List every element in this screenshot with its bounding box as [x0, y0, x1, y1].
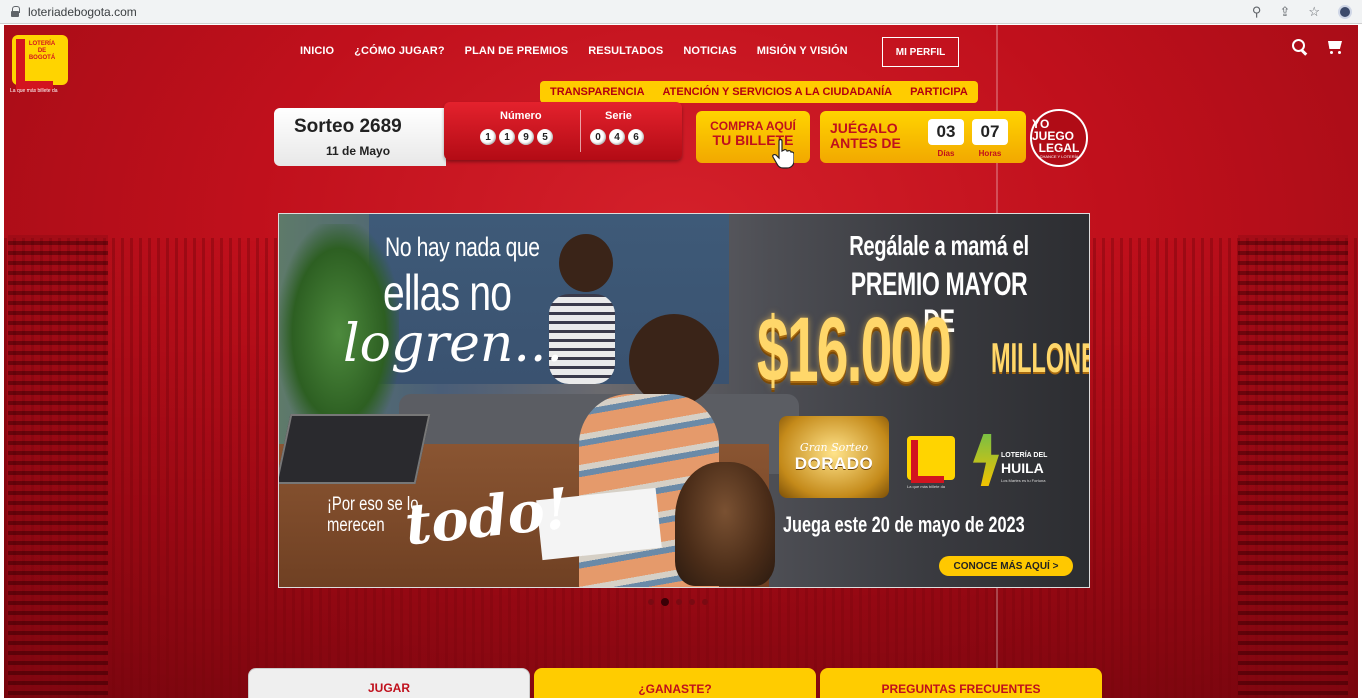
url-text[interactable]: loteriadebogota.com [28, 5, 137, 19]
secondary-nav: TRANSPARENCIA ATENCIÓN Y SERVICIOS A LA … [540, 81, 978, 103]
logo-text: LOTERÍA DE BOGOTÁ [28, 41, 56, 61]
nav-atencion-ciudadania[interactable]: ATENCIÓN Y SERVICIOS A LA CIUDADANÍA [663, 86, 893, 98]
extension-icon[interactable] [1338, 4, 1352, 19]
tab-preguntas-frecuentes[interactable]: PREGUNTAS FRECUENTES [820, 668, 1102, 698]
countdown-line2: ANTES DE [830, 135, 901, 151]
star-icon[interactable]: ☆ [1308, 4, 1320, 20]
countdown-line1: JUÉGALO [830, 120, 898, 136]
huila-icon [973, 434, 999, 486]
hero-banner[interactable]: No hay nada que ellas no logren... ¡Por … [278, 213, 1090, 588]
banner-text-regalale: Regálale a mamá el [849, 230, 1029, 261]
serie-ball: 0 [590, 129, 606, 145]
hours-label: Horas [978, 149, 1002, 158]
winning-numbers: Número Serie 1 1 9 5 0 4 6 [444, 102, 682, 160]
banner-dog [675, 462, 775, 586]
building-right [1238, 235, 1348, 695]
huila-line3: Los Martes es tu Fortuna [1001, 478, 1046, 483]
countdown-days: 03 [928, 119, 964, 145]
numero-balls: 1 1 9 5 [480, 129, 553, 145]
loteria-huila-logo: LOTERÍA DEL HUILA Los Martes es tu Fortu… [973, 434, 1063, 490]
yo-juego-legal-seal[interactable]: YO JUEGO LEGAL CHANCE Y LOTERÍA [1030, 109, 1088, 167]
conoce-mas-button[interactable]: CONOCE MÁS AQUÍ > [939, 556, 1073, 576]
number-ball: 5 [537, 129, 553, 145]
buy-line1: COMPRA AQUÍ [710, 119, 796, 133]
draw-date: 11 de Mayo [326, 144, 391, 158]
browser-actions: ⚲ ⇪ ☆ [1252, 4, 1352, 20]
countdown-text: JUÉGALO ANTES DE [830, 121, 901, 151]
huila-line2: HUILA [1001, 460, 1044, 476]
nav-noticias[interactable]: NOTICIAS [683, 45, 736, 57]
tab-jugar[interactable]: JUGAR [248, 668, 530, 698]
banner-text-logren: logren... [343, 314, 563, 374]
search-icon[interactable] [1292, 39, 1308, 55]
site-logo[interactable]: LOTERÍA DE BOGOTÁ [12, 35, 68, 90]
logo-tagline: La que más billete da [10, 88, 58, 94]
huila-line1: LOTERÍA DEL [1001, 452, 1048, 459]
tab-ganaste[interactable]: ¿GANASTE? [534, 668, 816, 698]
draw-title: Sorteo 2689 [294, 116, 402, 137]
seal-line2: LEGAL [1038, 140, 1080, 155]
badge-main-text: DORADO [794, 453, 874, 473]
nav-transparencia[interactable]: TRANSPARENCIA [550, 86, 645, 98]
prize-unit: MILLONES [991, 334, 1089, 381]
nav-plan-de-premios[interactable]: PLAN DE PREMIOS [465, 45, 569, 57]
serie-balls: 0 4 6 [590, 129, 644, 145]
seal-line1: YO JUEGO [1032, 116, 1075, 143]
banner-laptop [279, 414, 431, 484]
bottom-tabs: JUGAR ¿GANASTE? PREGUNTAS FRECUENTES [248, 668, 1102, 698]
nav-como-jugar[interactable]: ¿CÓMO JUGAR? [354, 45, 444, 57]
profile-button[interactable]: MI PERFIL [882, 37, 959, 67]
share-icon[interactable]: ⇪ [1279, 4, 1290, 20]
days-label: Días [937, 149, 955, 158]
pointer-hand-icon [772, 139, 794, 169]
banner-date-text: Juega este 20 de mayo de 2023 [783, 512, 1025, 537]
loteria-bogota-logo [907, 436, 955, 483]
nav-mision-vision[interactable]: MISIÓN Y VISIÓN [757, 45, 848, 57]
nav-participa[interactable]: PARTICIPA [910, 86, 968, 98]
number-ball: 1 [499, 129, 515, 145]
browser-address-bar: loteriadebogota.com ⚲ ⇪ ☆ [0, 0, 1362, 24]
carousel-dots [648, 598, 708, 606]
main-nav: INICIO ¿CÓMO JUGAR? PLAN DE PREMIOS RESU… [300, 45, 848, 57]
page: LOTERÍA DE BOGOTÁ La que más billete da … [4, 25, 1358, 698]
countdown-hours: 07 [972, 119, 1008, 145]
carousel-dot[interactable] [648, 599, 654, 605]
building-left [8, 235, 108, 695]
draw-info: Sorteo 2689 11 de Mayo [274, 108, 446, 166]
countdown-box: JUÉGALO ANTES DE 03 07 Días Horas [820, 111, 1026, 163]
prize-amount: $16.000 [757, 299, 952, 401]
serie-ball: 6 [628, 129, 644, 145]
badge-top-text: Gran Sorteo [799, 440, 869, 454]
numero-label: Número [500, 110, 542, 122]
lock-icon [10, 5, 20, 18]
number-ball: 9 [518, 129, 534, 145]
cart-icon[interactable] [1326, 39, 1344, 55]
banner-text-nohay: No hay nada que [385, 232, 540, 262]
nav-resultados[interactable]: RESULTADOS [588, 45, 663, 57]
girl-head [559, 234, 613, 292]
gran-sorteo-dorado-badge: Gran Sorteo DORADO [779, 416, 889, 498]
seal-line3: CHANCE Y LOTERÍA [1039, 153, 1079, 159]
number-ball: 1 [480, 129, 496, 145]
carousel-dot-active[interactable] [661, 598, 669, 606]
carousel-dot[interactable] [702, 599, 708, 605]
mother-head [629, 314, 719, 406]
numbers-separator [580, 110, 581, 152]
nav-inicio[interactable]: INICIO [300, 45, 334, 57]
serie-ball: 4 [609, 129, 625, 145]
loteria-bogota-tag: La que más billete da [907, 484, 946, 489]
zoom-icon[interactable]: ⚲ [1252, 4, 1262, 20]
header-icons [1292, 39, 1344, 55]
carousel-dot[interactable] [676, 599, 682, 605]
serie-label: Serie [605, 110, 632, 122]
carousel-dot[interactable] [689, 599, 695, 605]
